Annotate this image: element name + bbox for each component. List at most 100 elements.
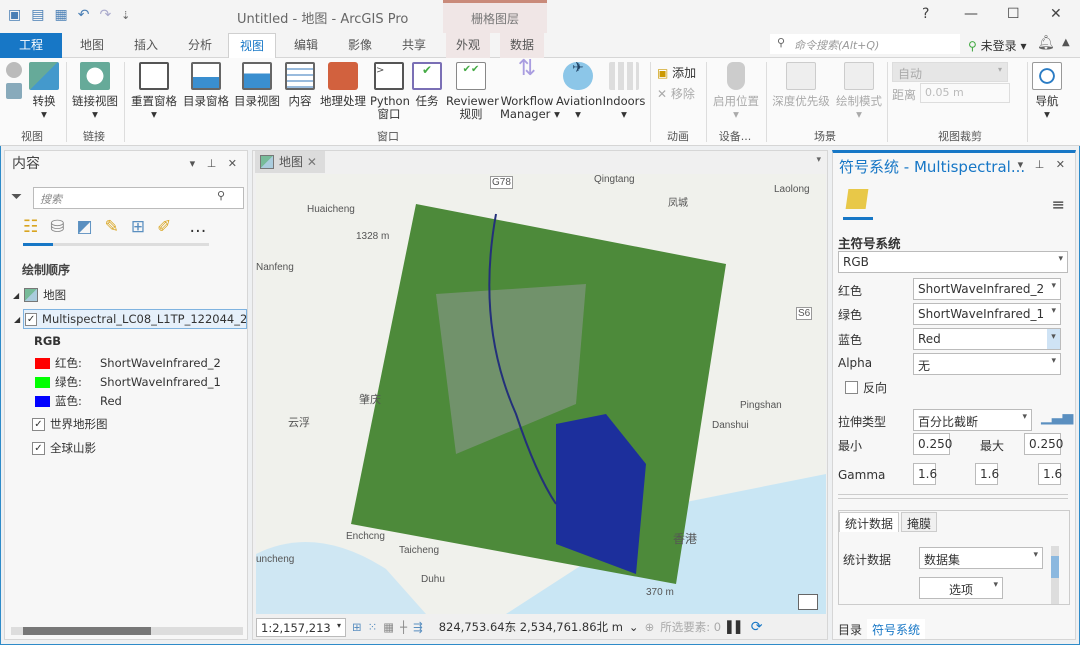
primary-symbology-icon[interactable] [845, 189, 869, 209]
basemap-checkbox[interactable]: ✓ [32, 441, 45, 455]
undo-icon[interactable]: ↶ [78, 7, 90, 23]
tab-analysis[interactable]: 分析 [178, 33, 222, 58]
statistics-dropdown[interactable]: 数据集 ▾ [919, 547, 1043, 569]
tab-statistics[interactable]: 统计数据 [839, 512, 900, 532]
help-button[interactable]: ? [922, 6, 929, 22]
tab-insert[interactable]: 插入 [124, 33, 168, 58]
notification-bell-icon[interactable]: 🔔︎ [1037, 35, 1055, 51]
workflow-manager-button[interactable]: ⇅ Workflow Manager ▾ [500, 58, 560, 121]
tab-map[interactable]: 地图 [70, 33, 114, 58]
filter-icon[interactable]: ⏷ [11, 189, 22, 205]
refresh-icon[interactable]: ⟳ [751, 619, 763, 635]
green-band-dropdown[interactable]: ShortWaveInfrared_1 ▾ [913, 303, 1061, 325]
constraints-icon[interactable]: ┼ [400, 620, 407, 634]
pane-controls[interactable]: ▾ ⊥ ✕ [190, 151, 241, 177]
link-views-button[interactable]: 链接视图 ▾ [70, 62, 120, 121]
maximize-button[interactable]: ☐ [1007, 6, 1020, 22]
tab-mask[interactable]: 掩膜 [901, 512, 938, 532]
contents-button[interactable]: 内容 [284, 62, 316, 108]
tab-view[interactable]: 视图 [228, 33, 276, 59]
histogram-icon[interactable]: ▁▃▅ [1041, 409, 1073, 425]
editing-icon[interactable]: ✎ [105, 217, 119, 237]
scale-dropdown[interactable]: 1:2,157,213 ▾ [256, 617, 346, 637]
map-legend-icon[interactable] [798, 594, 818, 610]
python-window-button[interactable]: > Python 窗口 [370, 62, 410, 121]
menu-icon[interactable]: ≡ [1052, 195, 1065, 214]
sign-in-button[interactable]: ⚲ 未登录 ▾ [968, 37, 1027, 54]
tab-overflow-icon[interactable]: ▾ [816, 155, 821, 165]
gamma-blue-input[interactable]: 1.6 [1038, 463, 1062, 485]
animation-add-button[interactable]: ▣ 添加 [657, 64, 696, 81]
invert-checkbox[interactable] [845, 381, 858, 394]
convert-button[interactable]: 转换 ▾ [26, 62, 62, 121]
redo-icon[interactable]: ↷ [99, 7, 111, 23]
navigate-button[interactable]: 导航 ▾ [1030, 62, 1064, 121]
customize-icon[interactable]: ⇣ [121, 9, 130, 22]
pane-controls[interactable]: ▾ ⊥ ✕ [1018, 158, 1069, 171]
geoprocessing-button[interactable]: 地理处理 [318, 62, 368, 108]
tab-edit[interactable]: 编辑 [284, 33, 328, 58]
snapping-icon[interactable]: ⊞ [131, 217, 145, 237]
coordinate-format-dropdown[interactable]: ⌄ [629, 620, 639, 634]
clip-mode-dropdown[interactable]: 自动 ▾ [892, 62, 1008, 82]
pause-drawing-icon[interactable]: ▌▌ [727, 620, 745, 634]
selection-icon[interactable]: ◩ [77, 217, 93, 237]
gamma-green-input[interactable]: 1.6 [975, 463, 999, 485]
catalog-pane-button[interactable]: 目录窗格 [182, 62, 230, 108]
horizontal-scrollbar[interactable] [11, 627, 243, 635]
options-button[interactable]: 选项 ▾ [919, 577, 1003, 599]
catalog-view-button[interactable]: 目录视图 [233, 62, 281, 108]
tab-imagery[interactable]: 影像 [338, 33, 382, 58]
layer-checkbox[interactable]: ✓ [25, 312, 38, 326]
max-input[interactable]: 0.250 [1024, 433, 1063, 455]
blue-band-dropdown[interactable]: Red ▾ [913, 328, 1061, 350]
red-band-dropdown[interactable]: ShortWaveInfrared_2 ▾ [913, 278, 1061, 300]
grid-add-icon[interactable]: ⊞ [352, 620, 362, 634]
alpha-band-dropdown[interactable]: 无 ▾ [913, 353, 1061, 375]
open-project-icon[interactable]: ▤ [31, 7, 44, 23]
labeling-icon[interactable]: ✐ [157, 217, 171, 237]
stretch-type-dropdown[interactable]: 百分比截断 ▾ [913, 409, 1032, 431]
animation-remove-button[interactable]: ✕ 移除 [657, 85, 695, 102]
contents-search-input[interactable]: 搜索 ⚲ [33, 187, 244, 209]
scrollbar-thumb[interactable] [1051, 556, 1059, 578]
save-project-icon[interactable]: ▦ [54, 7, 67, 23]
minimize-button[interactable]: — [964, 6, 978, 22]
tree-basemap-hillshade[interactable]: ✓ 全球山影 [32, 440, 96, 456]
new-project-icon[interactable]: ▣ [8, 7, 21, 23]
map-canvas[interactable]: G78 Qingtang 凤城 Laolong Huaicheng 1328 m… [256, 174, 826, 614]
collapse-ribbon-icon[interactable]: ▲ [1062, 37, 1070, 48]
close-tab-icon[interactable]: ✕ [307, 155, 317, 169]
navigation-icon[interactable]: ⇶ [413, 620, 423, 634]
tab-catalog[interactable]: 目录 [833, 619, 867, 639]
drawing-order-icon[interactable]: ☷ [23, 217, 38, 237]
tree-layer-multispectral[interactable]: ◢ ✓ Multispectral_LC08_L1TP_122044_2017 [14, 309, 247, 329]
gamma-red-input[interactable]: 1.6 [913, 463, 937, 485]
close-button[interactable]: ✕ [1050, 6, 1062, 22]
grid-icon[interactable]: ▦ [383, 620, 394, 634]
draw-mode-button[interactable]: 绘制模式 ▾ [834, 62, 884, 121]
command-search-input[interactable]: ⚲ 命令搜索(Alt+Q) [770, 34, 960, 54]
enable-location-button[interactable]: 启用位置 ▾ [710, 62, 762, 121]
aviation-button[interactable]: ✈ Aviation ▾ [556, 61, 602, 121]
min-input[interactable]: 0.250 [913, 433, 952, 455]
data-source-icon[interactable]: ⛁ [50, 217, 64, 237]
vertical-scrollbar[interactable] [1051, 546, 1059, 604]
tab-project[interactable]: 工程 [0, 33, 62, 58]
tab-share[interactable]: 共享 [392, 33, 436, 58]
splitter[interactable] [838, 494, 1068, 499]
basemap-checkbox[interactable]: ✓ [32, 417, 45, 431]
more-options-icon[interactable]: … [189, 217, 206, 237]
snapping-icon[interactable]: ⁙ [368, 620, 378, 634]
reviewer-rules-button[interactable]: ✔✔ Reviewer 规则 [446, 62, 499, 121]
reset-panes-button[interactable]: 重置窗格 ▾ [130, 62, 178, 121]
tab-appearance[interactable]: 外观 [446, 33, 490, 58]
primary-symbology-dropdown[interactable]: RGB ▾ [838, 251, 1068, 273]
distance-input[interactable]: 0.05 m [920, 83, 1010, 103]
tree-map-node[interactable]: ◢ 地图 [13, 287, 66, 303]
tab-data[interactable]: 数据 [500, 33, 544, 58]
tab-symbology[interactable]: 符号系统 [867, 619, 926, 639]
view-switch-icons[interactable] [4, 62, 24, 104]
indoors-button[interactable]: Indoors ▾ [602, 62, 646, 121]
tree-basemap-topo[interactable]: ✓ 世界地形图 [32, 416, 108, 432]
